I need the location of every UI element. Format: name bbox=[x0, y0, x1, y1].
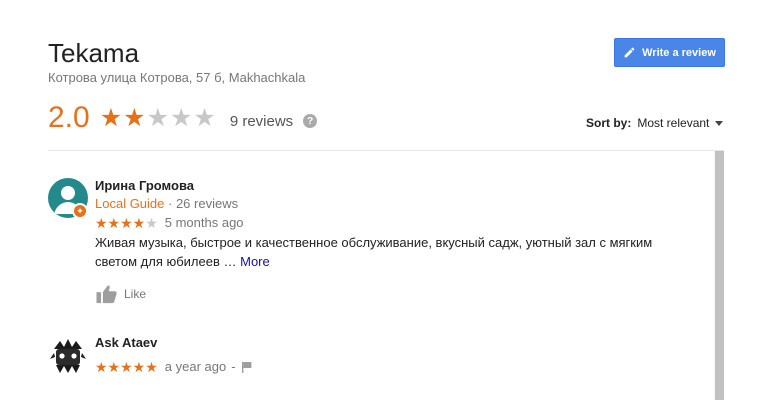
star-filled-icon: ★ bbox=[99, 103, 123, 132]
divider bbox=[48, 150, 724, 151]
pencil-icon bbox=[624, 47, 635, 58]
sort-dropdown[interactable]: Sort by: Most relevant bbox=[586, 116, 724, 130]
review-body: Ask Ataev ★★★★★ a year ago - bbox=[95, 335, 695, 374]
review-time: a year ago bbox=[164, 359, 227, 374]
place-title: Tekama bbox=[48, 38, 140, 68]
guide-line: Local Guide · 26 reviews bbox=[95, 196, 695, 211]
avatar[interactable] bbox=[48, 335, 88, 375]
rating-score: 2.0 bbox=[48, 101, 90, 134]
sort-value: Most relevant bbox=[637, 116, 710, 130]
rating-summary: 2.0 ★ ★ ★ ★ ★ 9 reviews ? bbox=[48, 100, 318, 136]
review-stars: ★★★★★ bbox=[95, 216, 158, 230]
write-review-label: Write a review bbox=[642, 46, 716, 59]
thumbs-up-icon bbox=[96, 285, 117, 304]
review-item: ✦ Ирина Громова Local Guide · 26 reviews… bbox=[48, 178, 698, 313]
rating-stars: ★ ★ ★ ★ ★ bbox=[99, 103, 216, 132]
question-icon[interactable]: ? bbox=[303, 114, 318, 128]
avatar-illustration-icon bbox=[50, 339, 86, 373]
star-empty-icon: ★ bbox=[193, 103, 216, 132]
review-stars: ★★★★★ bbox=[95, 360, 158, 374]
review-meta: ★★★★ ★ 5 months ago bbox=[95, 215, 695, 230]
write-review-button[interactable]: Write a review bbox=[614, 38, 725, 67]
star-empty-icon: ★ bbox=[146, 103, 169, 132]
star-filled-icons: ★★★★★ bbox=[95, 358, 158, 375]
guide-review-count: · 26 reviews bbox=[164, 196, 239, 211]
flag-icon[interactable] bbox=[241, 361, 253, 373]
review-author[interactable]: Ирина Громова bbox=[95, 178, 695, 193]
sort-label: Sort by: bbox=[586, 116, 632, 130]
more-link[interactable]: More bbox=[240, 254, 270, 269]
place-address: Котрова улица Котрова, 57 б, Makhachkala bbox=[48, 70, 306, 85]
review-meta: ★★★★★ a year ago - bbox=[95, 359, 695, 374]
review-text: Живая музыка, быстрое и качественное обс… bbox=[95, 233, 675, 271]
star-filled-icon: ★ bbox=[123, 103, 146, 132]
review-item: Ask Ataev ★★★★★ a year ago - bbox=[48, 335, 698, 400]
review-author[interactable]: Ask Ataev bbox=[95, 335, 695, 350]
star-empty-icon: ★ bbox=[169, 103, 193, 132]
star-empty-icon: ★ bbox=[145, 214, 158, 231]
review-time: 5 months ago bbox=[164, 215, 244, 230]
star-filled-icons: ★★★★ bbox=[95, 214, 146, 231]
review-text-content: Живая музыка, быстрое и качественное обс… bbox=[95, 235, 653, 269]
like-label: Like bbox=[124, 287, 147, 301]
separator: - bbox=[231, 359, 236, 374]
scrollbar-thumb[interactable] bbox=[715, 151, 724, 400]
like-button[interactable]: Like bbox=[95, 284, 695, 304]
local-guide-badge-icon: ✦ bbox=[72, 203, 88, 219]
local-guide-label: Local Guide bbox=[95, 196, 165, 211]
chevron-down-icon bbox=[715, 120, 724, 126]
reviews-count[interactable]: 9 reviews bbox=[230, 113, 293, 130]
review-body: Ирина Громова Local Guide · 26 reviews ★… bbox=[95, 178, 695, 304]
